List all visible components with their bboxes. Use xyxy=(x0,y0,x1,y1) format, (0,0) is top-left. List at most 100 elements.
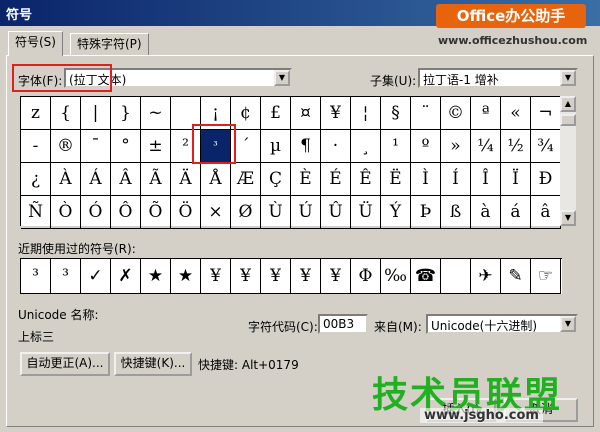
recent-symbol-cell[interactable]: ✎ xyxy=(501,259,531,294)
symbol-cell[interactable]: Ê xyxy=(351,163,381,196)
symbol-cell[interactable]: ¤ xyxy=(291,97,321,130)
recent-symbol-cell[interactable]: ¥ xyxy=(291,259,321,294)
symbol-cell[interactable]: Ú xyxy=(291,196,321,229)
symbol-cell[interactable]: ¨ xyxy=(411,97,441,130)
recent-symbol-cell[interactable]: ✓ xyxy=(81,259,111,294)
recent-symbol-cell[interactable]: ★ xyxy=(141,259,171,294)
from-dropdown[interactable]: Unicode(十六进制) ▼ xyxy=(426,314,578,334)
symbol-cell[interactable]: ½ xyxy=(501,130,531,163)
symbol-cell[interactable]: ¾ xyxy=(531,130,561,163)
tab-symbols[interactable]: 符号(S) xyxy=(8,31,63,56)
recent-symbol-cell[interactable]: ¥ xyxy=(261,259,291,294)
symbol-cell[interactable]: Í xyxy=(441,163,471,196)
symbol-cell[interactable]: ° xyxy=(111,130,141,163)
symbol-cell[interactable]: Ã xyxy=(141,163,171,196)
symbol-cell[interactable]: Å xyxy=(201,163,231,196)
scroll-down-icon[interactable]: ▼ xyxy=(560,210,576,226)
symbol-cell[interactable]: â xyxy=(531,196,561,229)
symbol-cell[interactable]: ¶ xyxy=(291,130,321,163)
symbol-cell[interactable]: Á xyxy=(81,163,111,196)
char-code-input[interactable]: 00B3 xyxy=(318,314,368,334)
chevron-down-icon[interactable]: ▼ xyxy=(560,70,576,86)
symbol-cell[interactable]: | xyxy=(81,97,111,130)
symbol-cell[interactable]: z xyxy=(21,97,51,130)
chevron-down-icon[interactable]: ▼ xyxy=(560,316,576,332)
symbol-cell[interactable]: ¼ xyxy=(471,130,501,163)
symbol-cell[interactable]: á xyxy=(501,196,531,229)
symbol-cell[interactable]: Ç xyxy=(261,163,291,196)
symbol-cell[interactable]: Ø xyxy=(231,196,261,229)
symbol-cell[interactable]: À xyxy=(51,163,81,196)
symbol-cell[interactable]: · xyxy=(321,130,351,163)
symbol-cell[interactable]: ¸ xyxy=(351,130,381,163)
symbol-cell[interactable]: Ô xyxy=(111,196,141,229)
symbol-cell[interactable]: ~ xyxy=(141,97,171,130)
symbol-cell[interactable]: ß xyxy=(441,196,471,229)
symbol-cell[interactable]: µ xyxy=(261,130,291,163)
symbol-cell[interactable]: Ý xyxy=(381,196,411,229)
symbol-cell[interactable]: º xyxy=(411,130,441,163)
symbol-cell[interactable]: Ñ xyxy=(21,196,51,229)
autocorrect-button[interactable]: 自动更正(A)... xyxy=(20,352,110,376)
symbol-cell[interactable]: » xyxy=(441,130,471,163)
shortcut-key-button[interactable]: 快捷键(K)... xyxy=(114,352,192,376)
symbol-cell[interactable]: È xyxy=(291,163,321,196)
recent-symbol-cell[interactable]: ¥ xyxy=(201,259,231,294)
subset-dropdown[interactable]: 拉丁语-1 增补 ▼ xyxy=(418,68,578,88)
symbol-cell[interactable]: Ó xyxy=(81,196,111,229)
symbol-cell[interactable]: Û xyxy=(321,196,351,229)
recent-symbol-cell[interactable]: ¥ xyxy=(231,259,261,294)
symbol-cell[interactable]: Æ xyxy=(231,163,261,196)
symbol-cell[interactable]: ¹ xyxy=(381,130,411,163)
symbol-cell[interactable]: £ xyxy=(261,97,291,130)
symbol-cell[interactable]: ± xyxy=(141,130,171,163)
recent-symbol-cell[interactable]: ☞ xyxy=(531,259,561,294)
symbol-cell[interactable]: Õ xyxy=(141,196,171,229)
tab-special-characters[interactable]: 特殊字符(P) xyxy=(70,33,149,55)
symbol-cell[interactable]: Ï xyxy=(501,163,531,196)
symbol-cell[interactable]: Ä xyxy=(171,163,201,196)
symbol-cell[interactable]: } xyxy=(111,97,141,130)
symbol-scrollbar[interactable]: ▲ ▼ xyxy=(560,96,576,226)
symbol-cell[interactable]: Ü xyxy=(351,196,381,229)
recent-symbol-cell[interactable]: ³ xyxy=(21,259,51,294)
symbol-cell[interactable]: ¦ xyxy=(351,97,381,130)
symbol-cell[interactable]: à xyxy=(471,196,501,229)
scroll-up-icon[interactable]: ▲ xyxy=(560,96,576,112)
symbol-cell[interactable]: ª xyxy=(471,97,501,130)
recent-symbol-cell[interactable]: ★ xyxy=(171,259,201,294)
chevron-down-icon[interactable]: ▼ xyxy=(274,70,290,86)
symbol-cell[interactable]: Ù xyxy=(261,196,291,229)
symbol-cell[interactable]: Þ xyxy=(411,196,441,229)
symbol-cell[interactable]: Ò xyxy=(51,196,81,229)
symbol-cell[interactable]: É xyxy=(321,163,351,196)
recent-symbol-cell[interactable]: ³ xyxy=(51,259,81,294)
recent-symbol-cell[interactable]: ☎ xyxy=(411,259,441,294)
subset-value: 拉丁语-1 增补 xyxy=(423,73,499,87)
symbol-cell[interactable]: ¿ xyxy=(21,163,51,196)
symbol-cell[interactable]: Ë xyxy=(381,163,411,196)
symbol-cell[interactable]: Î xyxy=(471,163,501,196)
symbol-cell[interactable]: © xyxy=(441,97,471,130)
symbol-cell[interactable]: § xyxy=(381,97,411,130)
symbol-cell[interactable]: ¯ xyxy=(81,130,111,163)
symbol-cell[interactable]: Ì xyxy=(411,163,441,196)
symbol-cell[interactable]: - xyxy=(21,130,51,163)
symbol-cell[interactable]: « xyxy=(501,97,531,130)
symbol-cell[interactable]: Ö xyxy=(171,196,201,229)
recent-symbol-cell[interactable]: ‰ xyxy=(381,259,411,294)
recent-label: 近期使用过的符号(R): xyxy=(18,242,136,256)
symbol-cell[interactable]: ¥ xyxy=(321,97,351,130)
recent-symbol-cell[interactable]: ¥ xyxy=(321,259,351,294)
symbol-cell[interactable]: Â xyxy=(111,163,141,196)
recent-symbol-cell[interactable]: ✗ xyxy=(111,259,141,294)
recent-symbol-cell[interactable]: ✈ xyxy=(471,259,501,294)
symbol-cell[interactable]: × xyxy=(201,196,231,229)
scroll-thumb[interactable] xyxy=(560,114,576,126)
symbol-cell[interactable]: Ð xyxy=(531,163,561,196)
symbol-cell[interactable]: ¬ xyxy=(531,97,561,130)
recent-symbol-cell[interactable]: Φ xyxy=(351,259,381,294)
symbol-cell[interactable]: { xyxy=(51,97,81,130)
symbol-cell[interactable]: ® xyxy=(51,130,81,163)
recent-symbol-cell[interactable] xyxy=(441,259,471,294)
